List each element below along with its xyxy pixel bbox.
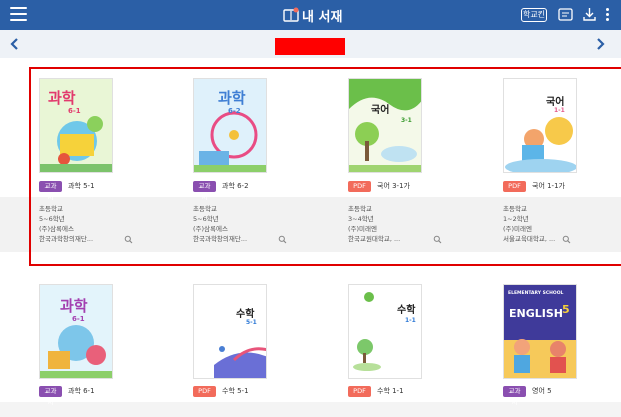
textbook-badge: 교과서 <box>503 385 526 406</box>
more-vertical-icon[interactable] <box>606 8 610 22</box>
chevron-right-icon[interactable] <box>592 35 608 53</box>
library-logo-icon <box>283 7 299 22</box>
textbook-badge: 교과서 <box>39 385 62 406</box>
book-icon[interactable] <box>557 6 574 23</box>
school-button[interactable]: 학교킨 <box>521 8 547 22</box>
book-label[interactable]: 교과서 영어 5 <box>503 385 552 406</box>
cover-title: ENGLISH <box>509 307 563 320</box>
chevron-left-icon[interactable] <box>7 35 23 53</box>
cover-grade: 5-1 <box>246 319 257 326</box>
row2-details-strip <box>0 402 621 417</box>
book-name: 수학 1-1 <box>377 387 404 395</box>
pdf-badge: PDF <box>193 385 216 397</box>
book-cover[interactable]: 수학 5-1 <box>193 284 267 379</box>
book-label[interactable]: PDF 수학 5-1 <box>193 385 249 397</box>
selection-highlight <box>29 67 621 266</box>
cover-grade: 5 <box>562 303 570 316</box>
top-app-bar: 내 서재 학교킨 <box>0 0 621 30</box>
book-cover[interactable]: ELEMENTARY SCHOOL ENGLISH 5 <box>503 284 577 379</box>
cover-grade: 6-1 <box>72 315 85 323</box>
download-icon[interactable] <box>581 6 598 23</box>
cover-grade: 1-1 <box>405 317 416 324</box>
pdf-badge: PDF <box>348 385 371 397</box>
book-name: 과학 6-1 <box>68 387 95 395</box>
page-navigation-bar <box>0 30 621 58</box>
book-cover[interactable]: 수학 1-1 <box>348 284 422 379</box>
cover-title: 수학 <box>236 309 255 320</box>
book-name: 수학 5-1 <box>222 387 249 395</box>
cover-title: 과학 <box>60 297 88 315</box>
hamburger-menu-icon[interactable] <box>10 7 27 23</box>
page-indicator <box>275 38 345 55</box>
page-title: 내 서재 <box>302 9 343 25</box>
cover-series: ELEMENTARY SCHOOL <box>508 291 564 296</box>
book-label[interactable]: PDF 수학 1-1 <box>348 385 404 397</box>
app-title: 내 서재 <box>282 4 342 26</box>
book-label[interactable]: 교과서 과학 6-1 <box>39 385 95 406</box>
cover-title: 수학 <box>397 305 416 316</box>
book-cover[interactable]: 과학 6-1 <box>39 284 113 379</box>
book-name: 영어 5 <box>532 387 552 395</box>
